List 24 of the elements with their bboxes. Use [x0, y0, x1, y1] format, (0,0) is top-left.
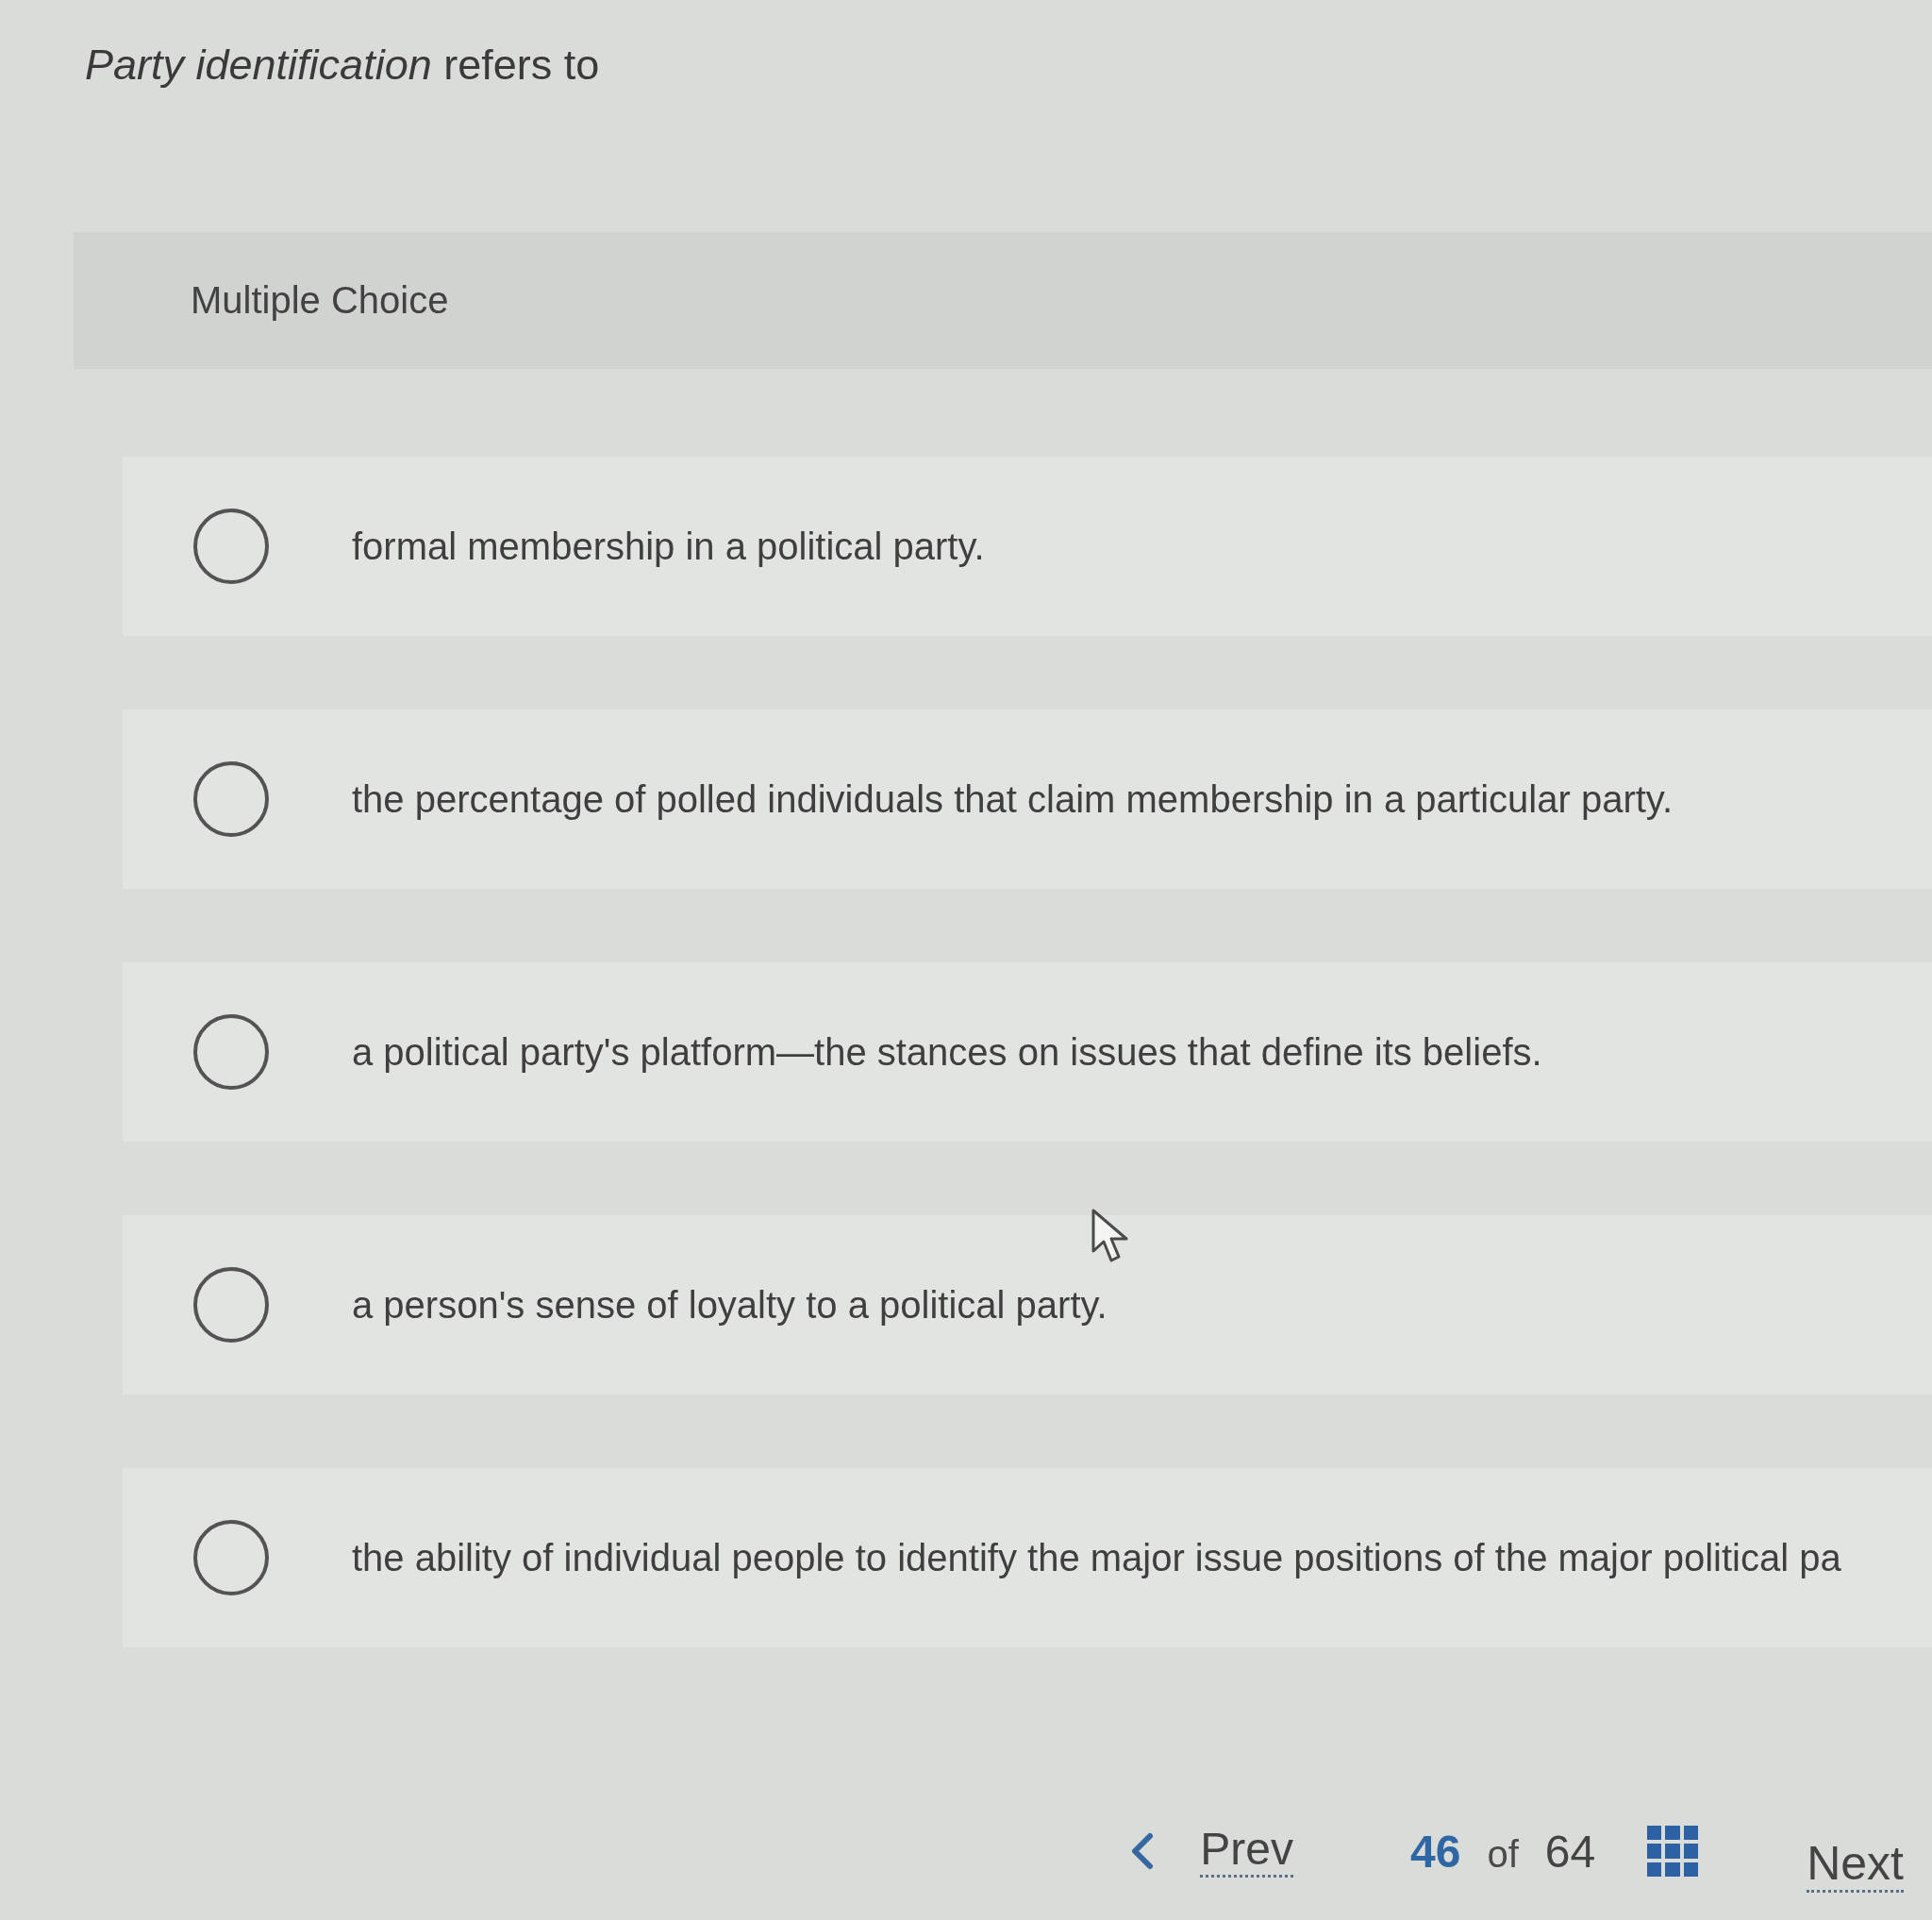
- radio-button[interactable]: [193, 1014, 269, 1090]
- answer-option[interactable]: formal membership in a political party.: [123, 457, 1932, 636]
- radio-button[interactable]: [193, 1267, 269, 1343]
- answer-option[interactable]: a person's sense of loyalty to a political party.: [123, 1215, 1932, 1394]
- answer-text: a political party's platform—the stances on issues that define its beliefs.: [352, 1030, 1542, 1074]
- radio-button[interactable]: [193, 1520, 269, 1595]
- radio-button[interactable]: [193, 509, 269, 584]
- of-label: of: [1487, 1832, 1519, 1876]
- answer-option[interactable]: the percentage of polled individuals that claim membership in a particular party.: [123, 710, 1932, 889]
- answer-text: the percentage of polled individuals that claim membership in a particular party.: [352, 777, 1673, 821]
- current-question-number: 46: [1410, 1825, 1461, 1878]
- prev-button[interactable]: Prev: [1130, 1825, 1294, 1878]
- total-questions: 64: [1544, 1825, 1596, 1878]
- answer-text: a person's sense of loyalty to a political party.: [352, 1283, 1108, 1327]
- answer-text: the ability of individual people to identify the major issue positions of the major political pa: [352, 1536, 1841, 1579]
- question-text: Party identification refers to: [85, 40, 600, 91]
- question-type-label: Multiple Choice: [191, 279, 449, 322]
- answer-text: formal membership in a political party.: [352, 525, 985, 568]
- next-button[interactable]: Next: [1807, 1838, 1904, 1893]
- answer-option[interactable]: a political party's platform—the stances on issues that define its beliefs.: [123, 962, 1932, 1142]
- chevron-left-icon: [1130, 1832, 1156, 1870]
- answer-option[interactable]: the ability of individual people to identify the major issue positions of the major political pa: [123, 1468, 1932, 1647]
- radio-button[interactable]: [193, 761, 269, 837]
- grid-icon[interactable]: [1647, 1826, 1699, 1877]
